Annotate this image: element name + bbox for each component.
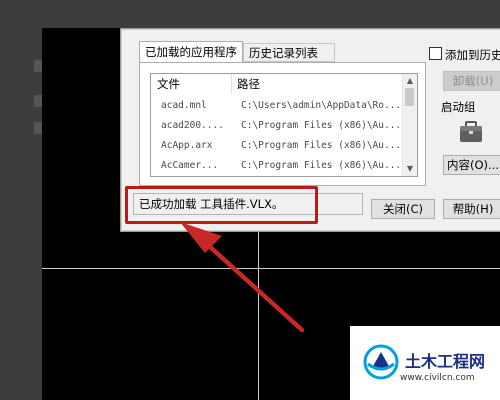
- watermark-logo: 土木工程网 www.civilcn.com: [350, 326, 500, 400]
- watermark-url: www.civilcn.com: [400, 373, 475, 383]
- watermark-title: 土木工程网: [405, 352, 486, 371]
- civil-logo-icon: [363, 344, 399, 380]
